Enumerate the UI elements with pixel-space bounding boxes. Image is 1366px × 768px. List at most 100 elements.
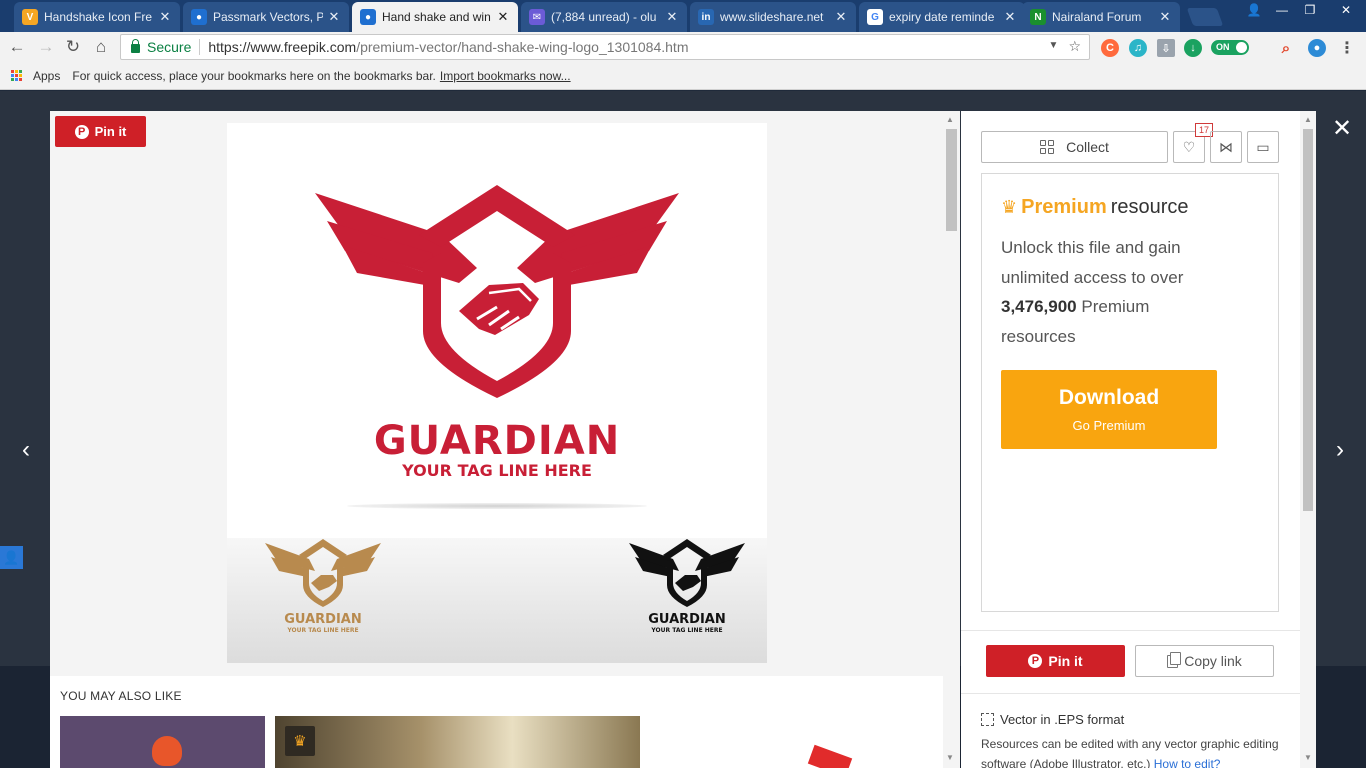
preview-pane: P Pin it GUARDIAN YOUR TAG LINE HERE GUA…: [50, 111, 960, 768]
tab-hand-shake-wing[interactable]: ● Hand shake and win ✕: [352, 2, 518, 32]
vector-format-info: Vector in .EPS format: [981, 712, 1124, 727]
tab-slideshare[interactable]: in www.slideshare.net ✕: [690, 2, 856, 32]
dropdown-caret-icon[interactable]: ▼: [1049, 38, 1059, 55]
scrollbar-thumb[interactable]: [1303, 129, 1313, 511]
how-to-edit-link[interactable]: How to edit?: [1154, 757, 1221, 768]
scroll-down-icon[interactable]: ▼: [946, 753, 954, 762]
black-logo-variant: [629, 539, 745, 607]
logo-preview-image[interactable]: GUARDIAN YOUR TAG LINE HERE GUARDIAN YOU…: [227, 123, 767, 663]
tab-expiry-date[interactable]: G expiry date reminde ✕: [859, 2, 1025, 32]
extension-toggle[interactable]: ON: [1211, 40, 1249, 55]
comment-button[interactable]: ▭: [1247, 131, 1279, 163]
related-thumbnail[interactable]: ♛: [275, 716, 640, 768]
expand-icon: [981, 713, 994, 726]
tab-title: Hand shake and win: [382, 10, 491, 24]
premium-word: Premium: [1021, 196, 1107, 218]
minimize-icon[interactable]: —: [1268, 0, 1296, 20]
divider: [961, 693, 1316, 694]
home-icon[interactable]: ⌂: [90, 36, 112, 58]
headphones-icon[interactable]: ♫: [1129, 39, 1147, 57]
section-heading: YOU MAY ALSO LIKE: [60, 689, 182, 703]
panel-scrollbar[interactable]: ▲ ▼: [1300, 111, 1316, 768]
new-tab-button[interactable]: [1186, 8, 1224, 26]
share-button[interactable]: ⋈: [1210, 131, 1242, 163]
tab-passmark-vectors[interactable]: ● Passmark Vectors, P ✕: [183, 2, 349, 32]
resource-info-panel: Collect ♡ 17 ⋈ ▭ ♛ Premium resource Unlo…: [961, 111, 1316, 768]
user-feedback-icon[interactable]: 👤: [0, 546, 23, 569]
url-text[interactable]: https://www.freepik.com/premium-vector/h…: [208, 39, 688, 55]
tab-title: Handshake Icon Fre: [44, 10, 153, 24]
apps-link[interactable]: Apps: [33, 69, 60, 83]
scroll-down-icon[interactable]: ▼: [1304, 753, 1312, 762]
close-tab-icon[interactable]: ✕: [834, 9, 848, 25]
freepik-favicon-icon: ●: [191, 9, 207, 25]
nairaland-favicon-icon: N: [1030, 9, 1046, 25]
related-thumbnail-edge[interactable]: [807, 744, 853, 768]
scroll-up-icon[interactable]: ▲: [946, 115, 954, 124]
tab-nairaland[interactable]: N Nairaland Forum ✕: [1022, 2, 1180, 32]
premium-crown-icon: ♛: [285, 726, 315, 756]
reload-icon[interactable]: ↻: [62, 36, 84, 58]
mini-brand-tagline: YOUR TAG LINE HERE: [287, 627, 359, 634]
pin-it-button[interactable]: P Pin it: [986, 645, 1125, 677]
mini-brand-name: GUARDIAN: [284, 612, 362, 627]
tab-title: www.slideshare.net: [720, 10, 824, 24]
pin-it-button[interactable]: P Pin it: [55, 116, 146, 147]
browser-toolbar: ← → ↻ ⌂ Secure https://www.freepik.com/p…: [0, 32, 1366, 62]
close-window-icon[interactable]: ✕: [1326, 0, 1366, 20]
search-extension-icon[interactable]: ⌕: [1277, 39, 1295, 57]
preview-scrollbar[interactable]: ▲ ▼: [943, 111, 960, 768]
menu-dots-icon[interactable]: ⋮: [1338, 39, 1356, 57]
secure-indicator[interactable]: Secure: [121, 38, 192, 55]
logo-shadow: [347, 503, 647, 509]
restore-icon[interactable]: ❐: [1296, 0, 1324, 20]
close-tab-icon[interactable]: ✕: [665, 9, 679, 25]
forward-arrow-icon[interactable]: →: [35, 36, 57, 58]
close-tab-icon[interactable]: ✕: [1003, 9, 1017, 25]
tab-mail-unread[interactable]: ✉ (7,884 unread) - olu ✕: [521, 2, 687, 32]
address-bar[interactable]: Secure https://www.freepik.com/premium-v…: [120, 34, 1090, 60]
heart-icon: ♡: [1182, 138, 1196, 155]
extension-c-icon[interactable]: C: [1101, 39, 1119, 57]
close-modal-icon[interactable]: ✕: [1330, 115, 1354, 142]
scroll-up-icon[interactable]: ▲: [1304, 115, 1312, 124]
profile-icon[interactable]: 👤: [1240, 0, 1268, 20]
import-bookmarks-link[interactable]: Import bookmarks now...: [440, 69, 571, 83]
download-button[interactable]: Download Go Premium: [1001, 370, 1217, 449]
tab-handshake-icon[interactable]: V Handshake Icon Fre ✕: [14, 2, 180, 32]
next-arrow-icon[interactable]: ›: [1330, 436, 1350, 464]
secure-label: Secure: [147, 39, 192, 55]
mascot-figure: [152, 736, 182, 766]
download-tray-icon[interactable]: ⇩: [1157, 39, 1175, 57]
tab-title: (7,884 unread) - olu: [551, 10, 657, 24]
apps-grid-icon[interactable]: [11, 69, 23, 82]
copy-link-label: Copy link: [1184, 653, 1242, 669]
previous-arrow-icon[interactable]: ‹: [16, 436, 36, 464]
copy-link-button[interactable]: Copy link: [1135, 645, 1274, 677]
download-label: Download: [1058, 386, 1160, 409]
share-icon: ⋈: [1219, 138, 1233, 155]
collect-button[interactable]: Collect: [981, 131, 1168, 163]
globe-extension-icon[interactable]: ●: [1308, 39, 1326, 57]
close-tab-icon[interactable]: ✕: [327, 9, 341, 25]
resource-word: resource: [1110, 196, 1189, 218]
brand-tagline: YOUR TAG LINE HERE: [402, 461, 592, 480]
copy-icon: [1167, 651, 1182, 668]
browser-tab-strip: V Handshake Icon Fre ✕ ● Passmark Vector…: [0, 0, 1366, 32]
tab-title: Nairaland Forum: [1052, 10, 1142, 24]
scrollbar-thumb[interactable]: [946, 129, 957, 231]
premium-count: 3,476,900: [1001, 297, 1077, 316]
vector-format-note: Resources can be edited with any vector …: [981, 734, 1291, 768]
mail-icon: ✉: [529, 9, 545, 25]
close-tab-icon[interactable]: ✕: [1158, 9, 1172, 25]
bookmark-star-icon[interactable]: ☆: [1068, 38, 1081, 55]
back-arrow-icon[interactable]: ←: [6, 36, 28, 58]
close-tab-icon[interactable]: ✕: [496, 9, 510, 25]
collect-label: Collect: [1066, 139, 1109, 155]
pin-it-label: Pin it: [1048, 653, 1083, 669]
go-premium-label: Go Premium: [1072, 418, 1146, 433]
close-tab-icon[interactable]: ✕: [158, 9, 172, 25]
related-thumbnail[interactable]: [60, 716, 265, 768]
download-arrow-icon[interactable]: ↓: [1184, 39, 1202, 57]
gold-logo-text: GUARDIAN YOUR TAG LINE HERE: [263, 612, 383, 634]
